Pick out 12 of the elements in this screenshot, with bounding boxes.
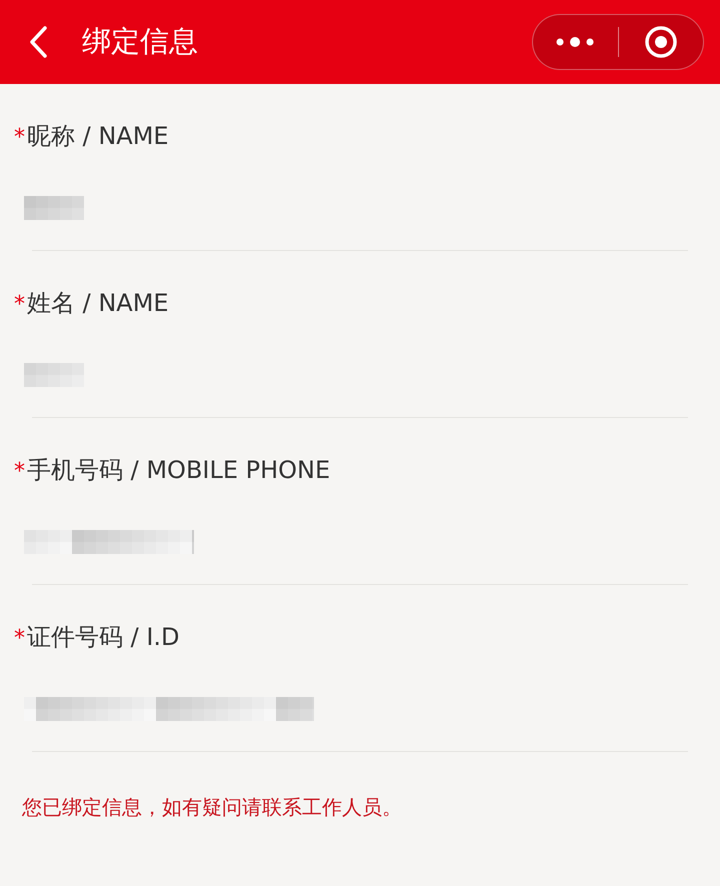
page-title: 绑定信息 bbox=[82, 23, 199, 60]
field-label: 证件号码 / I.D bbox=[27, 622, 180, 653]
more-icon[interactable] bbox=[556, 37, 594, 47]
required-mark: * bbox=[14, 459, 25, 484]
required-mark: * bbox=[14, 626, 25, 651]
field-label: 姓名 / NAME bbox=[27, 288, 169, 319]
close-icon[interactable] bbox=[644, 25, 678, 59]
notice-text: 您已绑定信息，如有疑问请联系工作人员。 bbox=[22, 795, 402, 819]
required-mark: * bbox=[14, 125, 25, 150]
field-label: 手机号码 / MOBILE PHONE bbox=[27, 455, 330, 486]
required-mark: * bbox=[14, 292, 25, 317]
field-label: 昵称 / NAME bbox=[27, 121, 169, 152]
